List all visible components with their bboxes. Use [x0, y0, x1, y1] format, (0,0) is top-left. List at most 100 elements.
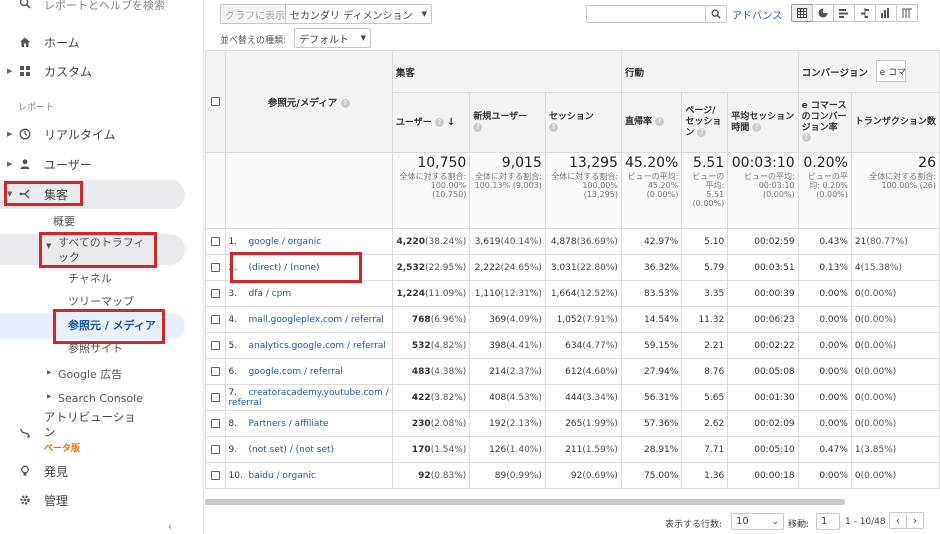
next-page-button[interactable]: › [906, 512, 924, 529]
sidebar-item-label: アトリビューション [44, 410, 136, 439]
row-select-cell[interactable] [205, 436, 226, 463]
dimension-link[interactable]: (not set) / (not set) [249, 445, 335, 455]
dimension-link[interactable]: google / organic [249, 237, 322, 247]
lightbulb-icon [18, 464, 32, 478]
sidebar-item-home[interactable]: ホーム [0, 33, 204, 51]
row-number: 10. [228, 470, 243, 481]
search-button[interactable] [705, 5, 727, 23]
row-checkbox[interactable] [210, 236, 220, 246]
sidebar-item-attribution[interactable]: アトリビューション ベータ版 [0, 410, 204, 454]
dimension-header-label: 参照元/メディア [267, 97, 338, 109]
dimension-link[interactable]: baidu / organic [249, 471, 316, 481]
sidebar-item-discover[interactable]: 発見 [0, 462, 204, 480]
prev-page-button[interactable]: ‹ [889, 512, 907, 529]
users-cell: 1,224(11.09%) [391, 280, 471, 307]
comparison-icon[interactable] [854, 4, 876, 22]
row-checkbox[interactable] [210, 366, 220, 376]
performance-icon[interactable] [833, 4, 855, 22]
collapse-sidebar-icon[interactable]: ‹ [168, 522, 172, 533]
new-users-value: 369 [489, 314, 507, 325]
plot-rows-button[interactable]: グラフに表示 [220, 4, 290, 24]
dimension-link[interactable]: creatoracademy.youtube.com / referral [229, 388, 389, 408]
row-checkbox[interactable] [210, 418, 220, 428]
help-icon[interactable]: ? [801, 133, 811, 143]
sort-desc-icon[interactable]: ↓ [447, 117, 455, 128]
row-checkbox[interactable] [210, 340, 220, 350]
row-select-cell[interactable] [205, 384, 226, 411]
dimension-link[interactable]: mall.googleplex.com / referral [249, 315, 384, 325]
row-select-cell[interactable] [205, 280, 226, 307]
advanced-link[interactable]: アドバンス [732, 7, 782, 22]
sidebar-item-admin[interactable]: 管理 [0, 491, 204, 509]
metric-avg-duration-header[interactable]: 平均セッション時間 ? [727, 92, 799, 153]
term-cloud-icon[interactable] [875, 4, 897, 22]
pages-per-session-cell: 3.35 [681, 280, 729, 307]
row-checkbox[interactable] [210, 470, 220, 480]
users-value: 483 [411, 366, 431, 377]
sort-type-select[interactable]: デフォルト ▼ [294, 28, 371, 48]
horizontal-scrollbar[interactable] [205, 499, 845, 505]
transactions-cell: 0(0.00%) [850, 306, 940, 333]
sidebar-item-custom[interactable]: ▶ カスタム [0, 62, 204, 80]
dimension-link[interactable]: analytics.google.com / referral [249, 341, 386, 351]
rows-per-page-select[interactable]: 10 ⌄ [731, 513, 784, 530]
bounce-cell: 14.54% [620, 306, 683, 333]
gear-icon [18, 493, 32, 507]
sidebar-item-realtime[interactable]: ▶ リアルタイム [0, 125, 204, 143]
dimension-header[interactable]: 参照元/メディア ? [224, 50, 393, 153]
search-reports[interactable]: レポートとヘルプを検索 [0, 0, 204, 12]
row-select-cell[interactable] [205, 254, 226, 281]
metric-sessions-header[interactable]: セッション? [544, 92, 622, 153]
total-sub: ビューの平均: 45.20% (0.00%) [627, 171, 679, 200]
row-checkbox[interactable] [210, 288, 220, 298]
table-view-icon[interactable] [791, 4, 813, 22]
pivot-icon[interactable] [896, 4, 918, 22]
row-checkbox[interactable] [210, 314, 220, 324]
new-users-pct: (2.37%) [506, 366, 542, 377]
row-checkbox[interactable] [210, 444, 220, 454]
dimension-link[interactable]: Partners / affiliate [249, 419, 329, 429]
help-icon[interactable]: ? [340, 98, 350, 108]
row-select-cell[interactable] [205, 358, 226, 385]
help-icon[interactable]: ? [655, 117, 665, 127]
sessions-value: 634 [565, 340, 583, 351]
help-icon[interactable]: ? [548, 122, 558, 132]
row-select-cell[interactable] [205, 410, 226, 437]
sessions-value: 92 [570, 470, 583, 481]
metric-transactions-header[interactable]: トランザクション数 [850, 92, 940, 153]
row-checkbox[interactable] [210, 262, 220, 272]
row-select-cell[interactable] [205, 462, 226, 489]
header-select-all[interactable] [205, 50, 226, 153]
new-users-pct: (1.40%) [506, 444, 542, 455]
table-search-input[interactable] [586, 5, 706, 23]
metric-users-header[interactable]: ユーザー ? ↓ [391, 92, 471, 153]
new-users-pct: (40.14%) [500, 236, 542, 247]
goto-input[interactable]: 1 [816, 513, 840, 530]
dimension-link[interactable]: google.com / referral [249, 367, 343, 377]
row-select-cell[interactable] [205, 306, 226, 333]
help-icon[interactable]: ? [434, 117, 444, 127]
row-select-cell[interactable] [205, 228, 226, 255]
chevron-left-icon: ‹ [895, 514, 901, 527]
dimension-cell: 4. mall.googleplex.com / referral [224, 306, 393, 333]
metric-bounce-header[interactable]: 直帰率 ? [620, 92, 683, 153]
metric-conversion-rate-header[interactable]: e コマースのコンバージョン率 ? [797, 92, 852, 153]
users-pct: (0.83%) [430, 470, 467, 481]
help-icon[interactable]: ? [752, 122, 762, 132]
sessions-pct: (1.99%) [582, 418, 618, 429]
secondary-dimension-select[interactable]: セカンダリ ディメンション ▼ [285, 4, 432, 24]
pie-chart-icon[interactable] [812, 4, 834, 22]
select-all-checkbox[interactable] [210, 97, 220, 106]
help-icon[interactable]: ? [473, 122, 483, 132]
row-checkbox[interactable] [210, 392, 220, 402]
pages-per-session-cell: 8.76 [681, 358, 729, 385]
sidebar-item-users[interactable]: ▶ ユーザー [0, 155, 204, 173]
transactions-pct: (0.00%) [860, 470, 897, 481]
users-pct: (4.38%) [430, 366, 467, 377]
metric-new-users-header[interactable]: 新規ユーザー? [469, 92, 546, 153]
dimension-link[interactable]: dfa / cpm [249, 289, 292, 299]
row-select-cell[interactable] [205, 332, 226, 359]
help-icon[interactable]: ? [697, 127, 707, 137]
metric-pages-per-session-header[interactable]: ページ/セッション ? [681, 92, 729, 153]
conversion-goal-select[interactable]: e コマース [875, 60, 906, 82]
